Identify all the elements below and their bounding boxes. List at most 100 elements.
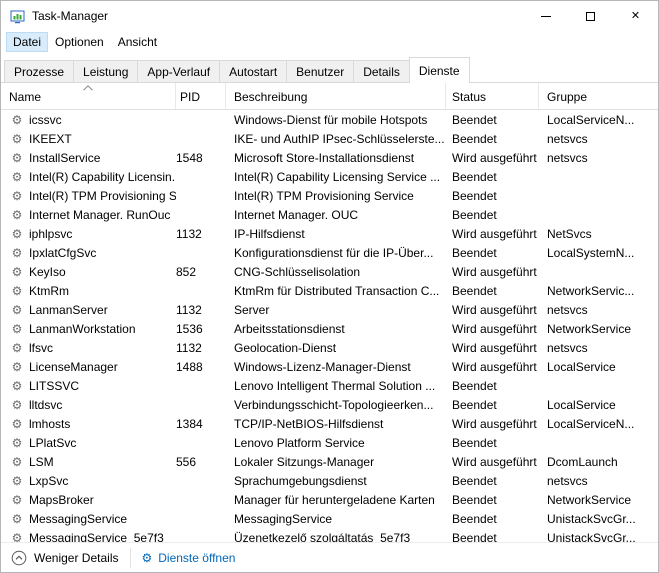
table-row[interactable]: ⚙ LanmanServer 1132 Server Wird ausgeführt ne… (1, 300, 658, 319)
service-status: Wird ausgeführt (452, 150, 537, 165)
menu-item-datei[interactable]: Datei (6, 32, 49, 52)
table-row[interactable]: ⚙ LSM 556 Lokaler Sitzungs-Manager Wird ausg… (1, 452, 658, 471)
service-gear-icon: ⚙ (11, 283, 23, 298)
service-group: UnistackSvcGr... (547, 530, 636, 543)
tab-dienste[interactable]: Dienste (408, 57, 470, 83)
column-header-pid[interactable]: PID (176, 83, 226, 109)
service-status: Wird ausgeführt (452, 359, 537, 374)
open-services-label: Dienste öffnen (158, 550, 236, 565)
table-row[interactable]: ⚙ LanmanWorkstation 1536 Arbeitsstationsdie… (1, 319, 658, 338)
service-group: LocalSystemN... (547, 245, 635, 260)
service-name-label: MessagingService_5e7f3 (29, 530, 164, 543)
open-services-link[interactable]: ⚙ Dienste öffnen (141, 551, 235, 565)
service-status: Beendet (452, 511, 497, 526)
table-row[interactable]: ⚙ MessagingService MessagingService Beendet… (1, 509, 658, 528)
service-gear-icon: ⚙ (11, 112, 23, 127)
tab-details[interactable]: Details (353, 60, 410, 82)
service-status: Wird ausgeführt (452, 226, 537, 241)
service-description: CNG-Schlüsselisolation (234, 264, 361, 279)
service-status: Wird ausgeführt (452, 321, 537, 336)
service-status: Beendet (452, 397, 497, 412)
service-name-label: KeyIso (29, 264, 66, 279)
service-group: netsvcs (547, 473, 588, 488)
service-status: Wird ausgeführt (452, 416, 537, 431)
service-group: netsvcs (547, 302, 588, 317)
service-status: Beendet (452, 131, 497, 146)
services-gear-icon: ⚙ (141, 550, 153, 565)
menu-item-optionen[interactable]: Optionen (48, 32, 111, 52)
table-row[interactable]: ⚙ lfsvc 1132 Geolocation-Dienst Wird ausgefü… (1, 338, 658, 357)
service-name-label: LanmanWorkstation (29, 321, 136, 336)
tab-prozesse[interactable]: Prozesse (4, 60, 75, 82)
service-description: Geolocation-Dienst (234, 340, 337, 355)
table-row[interactable]: ⚙ KtmRm KtmRm für Distributed Transaction … (1, 281, 658, 300)
service-name-label: Internet Manager. RunOuc (29, 207, 171, 222)
tab-app-verlauf[interactable]: App-Verlauf (137, 60, 221, 82)
maximize-button[interactable] (568, 1, 613, 31)
service-name-label: MapsBroker (29, 492, 94, 507)
menu-bar: Datei Optionen Ansicht (1, 31, 658, 53)
table-row[interactable]: ⚙ LITSSVC Lenovo Intelligent Thermal Solut… (1, 376, 658, 395)
column-header-name[interactable]: Name (1, 83, 176, 109)
footer-divider (130, 547, 132, 568)
service-pid: 1384 (176, 416, 203, 431)
service-name-label: IKEEXT (29, 131, 72, 146)
service-gear-icon: ⚙ (11, 188, 23, 203)
column-header-label: Name (9, 90, 42, 104)
app-icon (10, 9, 25, 24)
service-description: MessagingService (234, 511, 333, 526)
table-row[interactable]: ⚙ icssvc Windows-Dienst für mobile Hotspot… (1, 110, 658, 129)
service-gear-icon: ⚙ (11, 340, 23, 355)
service-pid: 556 (176, 454, 197, 469)
service-group: NetworkService (547, 492, 632, 507)
column-header-status[interactable]: Status (446, 83, 539, 109)
service-description: Sprachumgebungsdienst (234, 473, 367, 488)
table-row[interactable]: ⚙ Intel(R) TPM Provisioning S... Intel(R) … (1, 186, 658, 205)
table-row[interactable]: ⚙ KeyIso 852 CNG-Schlüsselisolation Wird aus… (1, 262, 658, 281)
table-row[interactable]: ⚙ MapsBroker Manager für heruntergeladene … (1, 490, 658, 509)
service-description: Intel(R) Capability Licensing Service ..… (234, 169, 441, 184)
details-toggle-button[interactable]: Weniger Details (11, 550, 118, 566)
service-status: Beendet (452, 245, 497, 260)
tab-benutzer[interactable]: Benutzer (286, 60, 355, 82)
service-description: Lenovo Platform Service (234, 435, 365, 450)
service-name-label: lfsvc (29, 340, 53, 355)
menu-item-ansicht[interactable]: Ansicht (111, 32, 164, 52)
table-row[interactable]: ⚙ MessagingService_5e7f3 Üzenetkezelő szol… (1, 528, 658, 543)
service-gear-icon: ⚙ (11, 245, 23, 260)
tab-autostart[interactable]: Autostart (219, 60, 288, 82)
service-group: netsvcs (547, 131, 588, 146)
table-row[interactable]: ⚙ IpxlatCfgSvc Konfigurationsdienst für di… (1, 243, 658, 262)
column-header-beschreibung[interactable]: Beschreibung (226, 83, 446, 109)
minimize-button[interactable] (523, 1, 568, 31)
table-row[interactable]: ⚙ LicenseManager 1488 Windows-Lizenz-Manage… (1, 357, 658, 376)
maximize-icon (586, 11, 595, 21)
service-gear-icon: ⚙ (11, 359, 23, 374)
table-row[interactable]: ⚙ InstallService 1548 Microsoft Store-Insta… (1, 148, 658, 167)
service-name-label: LxpSvc (29, 473, 69, 488)
service-group: NetSvcs (547, 226, 592, 241)
table-row[interactable]: ⚙ Intel(R) Capability Licensin... Intel(R)… (1, 167, 658, 186)
service-group: LocalService (547, 397, 616, 412)
service-name-label: LicenseManager (29, 359, 118, 374)
tab-leistung[interactable]: Leistung (73, 60, 139, 82)
table-row[interactable]: ⚙ lltdsvc Verbindungsschicht-Topologieerke… (1, 395, 658, 414)
table-row[interactable]: ⚙ IKEEXT IKE- und AuthIP IPsec-Schlüsseler… (1, 129, 658, 148)
service-gear-icon: ⚙ (11, 530, 23, 543)
service-status: Beendet (452, 283, 497, 298)
table-row[interactable]: ⚙ Internet Manager. RunOuc Internet Manage… (1, 205, 658, 224)
close-button[interactable]: ✕ (613, 1, 658, 31)
table-row[interactable]: ⚙ lmhosts 1384 TCP/IP-NetBIOS-Hilfsdienst Wi… (1, 414, 658, 433)
table-row[interactable]: ⚙ LPlatSvc Lenovo Platform Service Beendet (1, 433, 658, 452)
table-row[interactable]: ⚙ iphlpsvc 1132 IP-Hilfsdienst Wird ausgefüh… (1, 224, 658, 243)
service-description: Windows-Lizenz-Manager-Dienst (234, 359, 411, 374)
column-header-gruppe[interactable]: Gruppe (539, 83, 658, 109)
service-description: Server (234, 302, 270, 317)
column-header-label: Status (452, 90, 487, 104)
service-group: LocalServiceN... (547, 112, 635, 127)
service-group: netsvcs (547, 150, 588, 165)
table-row[interactable]: ⚙ LxpSvc Sprachumgebungsdienst Beendet netsv… (1, 471, 658, 490)
service-gear-icon: ⚙ (11, 150, 23, 165)
chevron-up-circle-icon (11, 550, 27, 566)
service-name-label: InstallService (29, 150, 101, 165)
